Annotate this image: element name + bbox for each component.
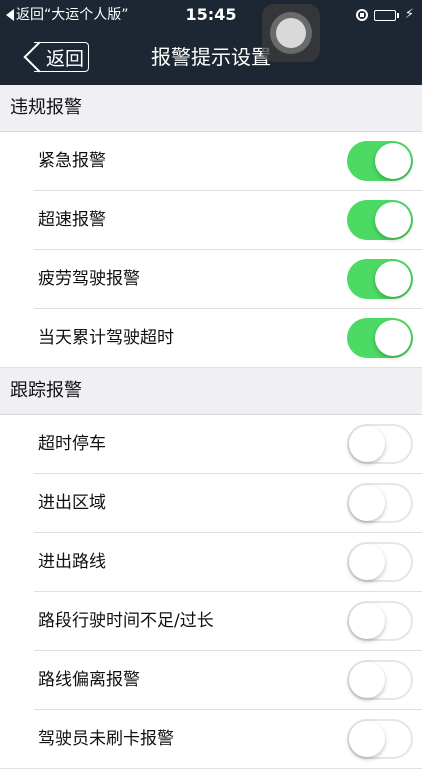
row-label: 进出区域 [38,493,106,513]
toggle-switch[interactable] [347,318,413,358]
status-right-icons: ⚡ [355,0,414,30]
row-label: 进出路线 [38,552,106,572]
list-item: 路线偏离报警 [0,651,422,710]
battery-icon [373,9,399,21]
row-label: 驾驶员未刷卡报警 [38,729,174,749]
toggle-switch[interactable] [347,483,413,523]
row-label: 路段行驶时间不足/过长 [38,611,214,631]
toggle-switch[interactable] [347,719,413,759]
toggle-switch[interactable] [347,200,413,240]
charging-icon: ⚡ [404,7,414,22]
row-label: 紧急报警 [38,151,106,171]
assistive-touch-button[interactable] [262,4,320,62]
row-label: 当天累计驾驶超时 [38,328,174,348]
section-header-violation-alarms: 违规报警 [0,85,422,132]
settings-content: 违规报警 紧急报警 超速报警 疲劳驾驶报警 当天累计驾驶超时 跟踪报警 超时停车… [0,85,422,769]
page-title: 报警提示设置 [151,45,271,69]
navigation-bar: 返回 报警提示设置 [0,30,422,85]
list-item: 超速报警 [0,191,422,250]
list-item: 疲劳驾驶报警 [0,250,422,309]
list-item: 超时停车 [0,415,422,474]
list-item: 进出区域 [0,474,422,533]
list-item: 路段行驶时间不足/过长 [0,592,422,651]
row-label: 超时停车 [38,434,106,454]
row-label: 路线偏离报警 [38,670,140,690]
row-label: 疲劳驾驶报警 [38,269,140,289]
toggle-switch[interactable] [347,660,413,700]
toggle-switch[interactable] [347,141,413,181]
violation-alarm-list: 紧急报警 超速报警 疲劳驾驶报警 当天累计驾驶超时 [0,132,422,368]
list-item: 驾驶员未刷卡报警 [0,710,422,769]
row-label: 超速报警 [38,210,106,230]
toggle-switch[interactable] [347,424,413,464]
list-item: 进出路线 [0,533,422,592]
section-header-tracking-alarms: 跟踪报警 [0,368,422,415]
list-item: 紧急报警 [0,132,422,191]
toggle-switch[interactable] [347,601,413,641]
status-bar: 返回“大运个人版” 15:45 ⚡ [0,0,422,30]
rotation-lock-icon [355,9,368,21]
toggle-switch[interactable] [347,259,413,299]
toggle-switch[interactable] [347,542,413,582]
tracking-alarm-list: 超时停车 进出区域 进出路线 路段行驶时间不足/过长 路线偏离报警 驾驶员未刷卡… [0,415,422,769]
list-item: 当天累计驾驶超时 [0,309,422,368]
